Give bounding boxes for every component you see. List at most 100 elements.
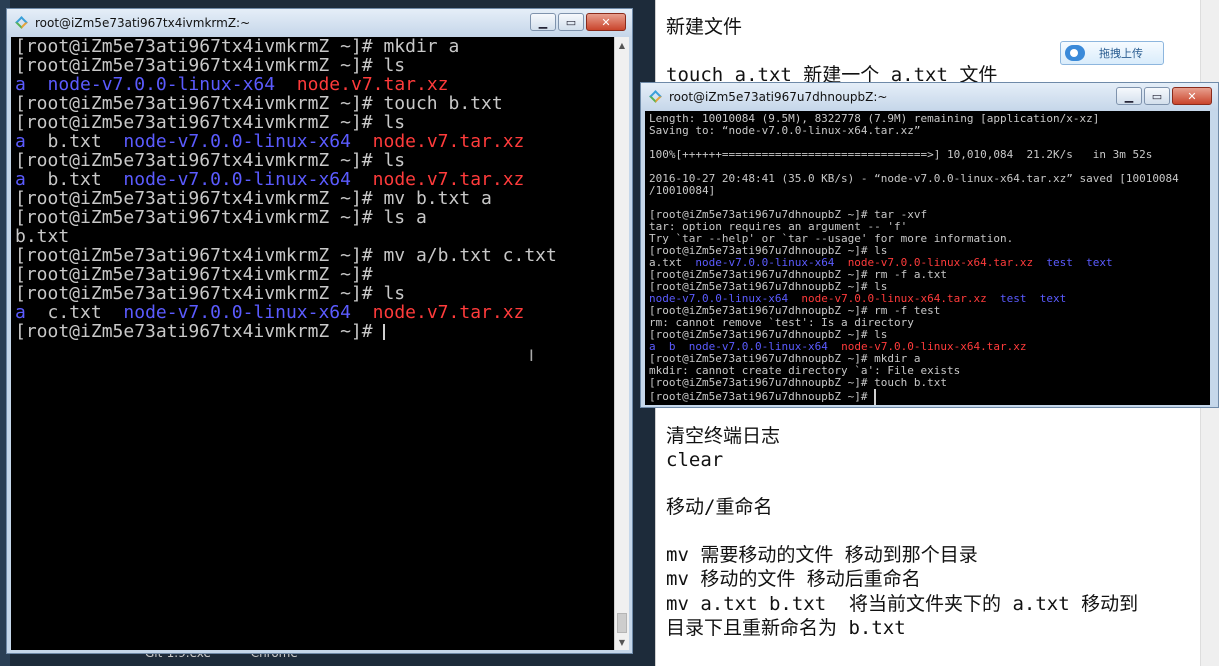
terminal-text: node-v7.0.0-linux-x64 [123, 302, 351, 323]
terminal-text: node-v7.0.0-linux-x64 [123, 131, 351, 152]
doc-line: mv 需要移动的文件 移动到那个目录 [666, 544, 978, 566]
terminal-text: [root@iZm5e73ati967tx4ivmkrmZ ~]# ls [15, 283, 406, 304]
terminal-text: node.v7.tar.xz [372, 131, 525, 152]
terminal-cursor [874, 389, 877, 405]
close-button[interactable]: ✕ [586, 13, 626, 31]
terminal-line: 100%[++++++=============================… [649, 149, 1152, 161]
terminal-text: b.txt [15, 226, 70, 247]
terminal-text: [root@iZm5e73ati967u7dhnoupbZ ~]# [649, 390, 875, 403]
terminal-text: [root@iZm5e73ati967tx4ivmkrmZ ~]# mv b.t… [15, 188, 492, 209]
terminal-cursor [383, 324, 386, 340]
terminal-text: a [15, 131, 26, 152]
terminal-line: [root@iZm5e73ati967u7dhnoupbZ ~]# [649, 389, 877, 405]
terminal-text: [root@iZm5e73ati967tx4ivmkrmZ ~]# [15, 264, 373, 285]
terminal-window-left[interactable]: root@iZm5e73ati967tx4ivmkrmZ:~ ▁ ▭ ✕ [ro… [6, 8, 633, 654]
doc-line: 清空终端日志 [666, 425, 781, 447]
terminal-line: Saving to: “node-v7.0.0-linux-x64.tar.xz… [649, 125, 921, 137]
maximize-button[interactable]: ▭ [1144, 87, 1170, 105]
minimize-button[interactable]: ▁ [1116, 87, 1142, 105]
text-cursor-icon: I [529, 346, 534, 365]
terminal-output-left[interactable]: [root@iZm5e73ati967tx4ivmkrmZ ~]# mkdir … [11, 37, 614, 650]
terminal-window-right[interactable]: root@iZm5e73ati967u7dhnoupbZ:~ ▁ ▭ ✕ Len… [640, 82, 1219, 408]
terminal-line: [root@iZm5e73ati967tx4ivmkrmZ ~]# [15, 265, 373, 284]
terminal-scrollbar-left[interactable]: ▲ ▼ [614, 37, 629, 650]
doc-line: 移动/重命名 [666, 496, 773, 518]
terminal-line: [root@iZm5e73ati967tx4ivmkrmZ ~]# touch … [15, 94, 503, 113]
terminal-line: [root@iZm5e73ati967tx4ivmkrmZ ~]# ls [15, 284, 405, 303]
upload-button[interactable]: 拖拽上传 [1060, 41, 1164, 65]
terminal-line: a node-v7.0.0-linux-x64 node.v7.tar.xz [15, 75, 449, 94]
terminal-text: [root@iZm5e73ati967tx4ivmkrmZ ~]# touch … [15, 93, 503, 114]
terminal-text: [root@iZm5e73ati967tx4ivmkrmZ ~]# mkdir … [15, 37, 460, 57]
terminal-text: [root@iZm5e73ati967u7dhnoupbZ ~]# touch … [649, 376, 948, 389]
terminal-line: [root@iZm5e73ati967tx4ivmkrmZ ~]# ls [15, 113, 405, 132]
terminal-text: 100%[++++++=============================… [649, 148, 1153, 161]
scroll-up-arrow-icon[interactable]: ▲ [615, 37, 629, 53]
doc-line: 新建文件 [666, 16, 743, 38]
terminal-text: a [15, 74, 26, 95]
terminal-line: [root@iZm5e73ati967u7dhnoupbZ ~]# touch … [649, 377, 947, 389]
terminal-line: [root@iZm5e73ati967tx4ivmkrmZ ~]# mv a/b… [15, 246, 557, 265]
cloud-upload-icon [1065, 45, 1085, 61]
terminal-text: node.v7.tar.xz [296, 74, 449, 95]
terminal-text: Saving to: “node-v7.0.0-linux-x64.tar.xz… [649, 124, 921, 137]
terminal-text: text [1086, 256, 1113, 269]
terminal-text: test [1000, 292, 1027, 305]
terminal-text: a [15, 169, 26, 190]
doc-line: clear [666, 449, 724, 471]
terminal-line: a b.txt node-v7.0.0-linux-x64 node.v7.ta… [15, 132, 524, 151]
close-button[interactable]: ✕ [1172, 87, 1212, 105]
terminal-line: [root@iZm5e73ati967tx4ivmkrmZ ~]# ls [15, 56, 405, 75]
terminal-line: /10010084] [649, 185, 715, 197]
terminal-text: [root@iZm5e73ati967tx4ivmkrmZ ~]# ls [15, 150, 406, 171]
terminal-line: [root@iZm5e73ati967tx4ivmkrmZ ~]# [15, 321, 386, 342]
maximize-button[interactable]: ▭ [558, 13, 584, 31]
window-title: root@iZm5e73ati967tx4ivmkrmZ:~ [35, 16, 251, 30]
terminal-text: node-v7.0.0-linux-x64 [123, 169, 351, 190]
window-title: root@iZm5e73ati967u7dhnoupbZ:~ [669, 90, 888, 104]
scrollbar-thumb[interactable] [617, 613, 627, 633]
minimize-button[interactable]: ▁ [530, 13, 556, 31]
terminal-text: /10010084] [649, 184, 716, 197]
terminal-text: [root@iZm5e73ati967tx4ivmkrmZ ~]# mv a/b… [15, 245, 557, 266]
terminal-text: node-v7.0.0-linux-x64 [47, 74, 276, 95]
putty-app-icon [15, 16, 29, 30]
terminal-text: [root@iZm5e73ati967tx4ivmkrmZ ~]# ls a [15, 207, 427, 228]
doc-line: mv a.txt b.txt 将当前文件夹下的 a.txt 移动到 [666, 593, 1139, 615]
terminal-line: b.txt [15, 227, 69, 246]
terminal-line: [root@iZm5e73ati967tx4ivmkrmZ ~]# ls [15, 151, 405, 170]
terminal-text: node.v7.tar.xz [372, 169, 525, 190]
terminal-line: a b.txt node-v7.0.0-linux-x64 node.v7.ta… [15, 170, 524, 189]
terminal-text: [root@iZm5e73ati967tx4ivmkrmZ ~]# ls [15, 55, 406, 76]
terminal-output-right[interactable]: Length: 10010084 (9.5M), 8322778 (7.9M) … [645, 111, 1210, 405]
terminal-text: b.txt [25, 131, 124, 152]
terminal-titlebar-left[interactable]: root@iZm5e73ati967tx4ivmkrmZ:~ ▁ ▭ ✕ [7, 9, 632, 37]
doc-line: mv 移动的文件 移动后重命名 [666, 568, 921, 590]
terminal-line: [root@iZm5e73ati967tx4ivmkrmZ ~]# ls a [15, 208, 427, 227]
terminal-text: c.txt [25, 302, 124, 323]
terminal-text: test [1046, 256, 1073, 269]
terminal-titlebar-right[interactable]: root@iZm5e73ati967u7dhnoupbZ:~ ▁ ▭ ✕ [641, 83, 1218, 111]
scroll-down-arrow-icon[interactable]: ▼ [615, 634, 629, 650]
terminal-text: 2016-10-27 20:48:41 (35.0 KB/s) - “node-… [649, 172, 1179, 185]
putty-app-icon [649, 90, 663, 104]
terminal-text: b.txt [25, 169, 124, 190]
upload-button-label: 拖拽上传 [1099, 47, 1143, 60]
terminal-line: [root@iZm5e73ati967tx4ivmkrmZ ~]# mv b.t… [15, 189, 492, 208]
terminal-text: [root@iZm5e73ati967tx4ivmkrmZ ~]# [15, 321, 384, 342]
terminal-text: node.v7.tar.xz [372, 302, 525, 323]
terminal-text: text [1039, 292, 1067, 305]
terminal-text: a [15, 302, 26, 323]
terminal-line: a c.txt node-v7.0.0-linux-x64 node.v7.ta… [15, 303, 524, 322]
terminal-line: 2016-10-27 20:48:41 (35.0 KB/s) - “node-… [649, 173, 1179, 185]
terminal-text: [root@iZm5e73ati967tx4ivmkrmZ ~]# ls [15, 112, 406, 133]
